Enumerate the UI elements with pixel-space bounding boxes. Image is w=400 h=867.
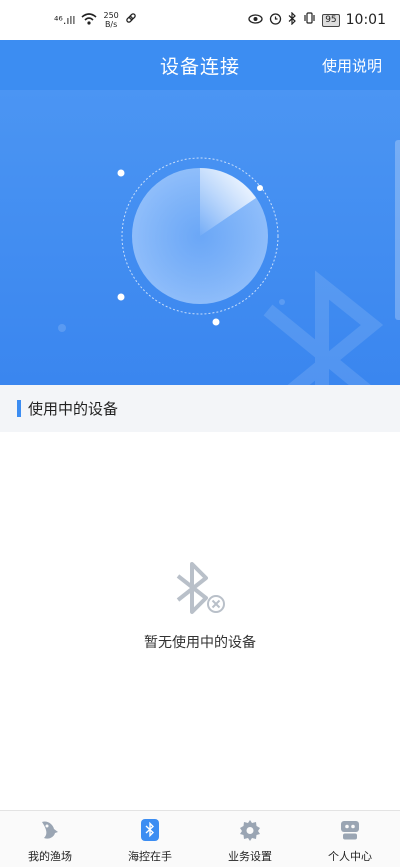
radar-dot	[117, 293, 125, 301]
net-speed-unit: B/s	[104, 20, 118, 29]
nav-item-business-settings[interactable]: 业务设置	[200, 811, 300, 867]
radar-graphic	[58, 157, 384, 385]
section-accent-bar	[17, 400, 21, 417]
app-header: 设备连接 使用说明	[0, 40, 400, 90]
net-speed: 250 B/s	[103, 11, 118, 29]
panel-scroll-indicator	[395, 140, 400, 320]
bluetooth-status-icon	[288, 11, 297, 29]
gear-icon	[240, 820, 260, 841]
net-speed-value: 250	[103, 11, 119, 20]
nav-label: 海控在手	[128, 850, 172, 863]
status-right: 95 10:01	[248, 11, 386, 29]
vibrate-icon	[303, 12, 316, 28]
battery-indicator: 95	[322, 13, 340, 27]
nav-label: 我的渔场	[28, 850, 72, 863]
empty-state: 暂无使用中的设备	[0, 560, 400, 652]
eye-icon	[248, 13, 263, 28]
nav-label: 业务设置	[228, 850, 272, 863]
nav-item-sea-control[interactable]: 海控在手	[100, 811, 200, 867]
status-left: ⁴⁶.ıll 250 B/s	[54, 11, 137, 29]
bluetooth-disabled-icon	[176, 562, 225, 614]
nav-item-my-fishery[interactable]: 我的渔场	[0, 811, 100, 867]
radar-dot	[117, 169, 125, 177]
fish-icon	[42, 821, 58, 839]
wifi-icon	[81, 12, 98, 28]
signal-icon: ⁴⁶.ıll	[54, 13, 76, 27]
nav-item-personal-center[interactable]: 个人中心	[300, 811, 400, 867]
radar-scan-panel	[0, 90, 400, 385]
bluetooth-icon	[141, 819, 159, 841]
help-link[interactable]: 使用说明	[322, 55, 382, 76]
nav-label: 个人中心	[328, 850, 372, 863]
radar-dot	[212, 318, 220, 326]
clock: 10:01	[345, 12, 386, 28]
status-bar: ⁴⁶.ıll 250 B/s 95 10:01	[0, 0, 400, 40]
radar-dot	[257, 185, 263, 191]
section-header: 使用中的设备	[0, 385, 400, 432]
robot-icon	[341, 821, 359, 840]
section-title: 使用中的设备	[28, 400, 119, 418]
empty-state-text: 暂无使用中的设备	[144, 635, 256, 651]
link-icon	[125, 12, 137, 28]
bottom-nav: 我的渔场 海控在手 业务设置 个人中心	[0, 810, 400, 867]
alarm-icon	[269, 12, 282, 29]
